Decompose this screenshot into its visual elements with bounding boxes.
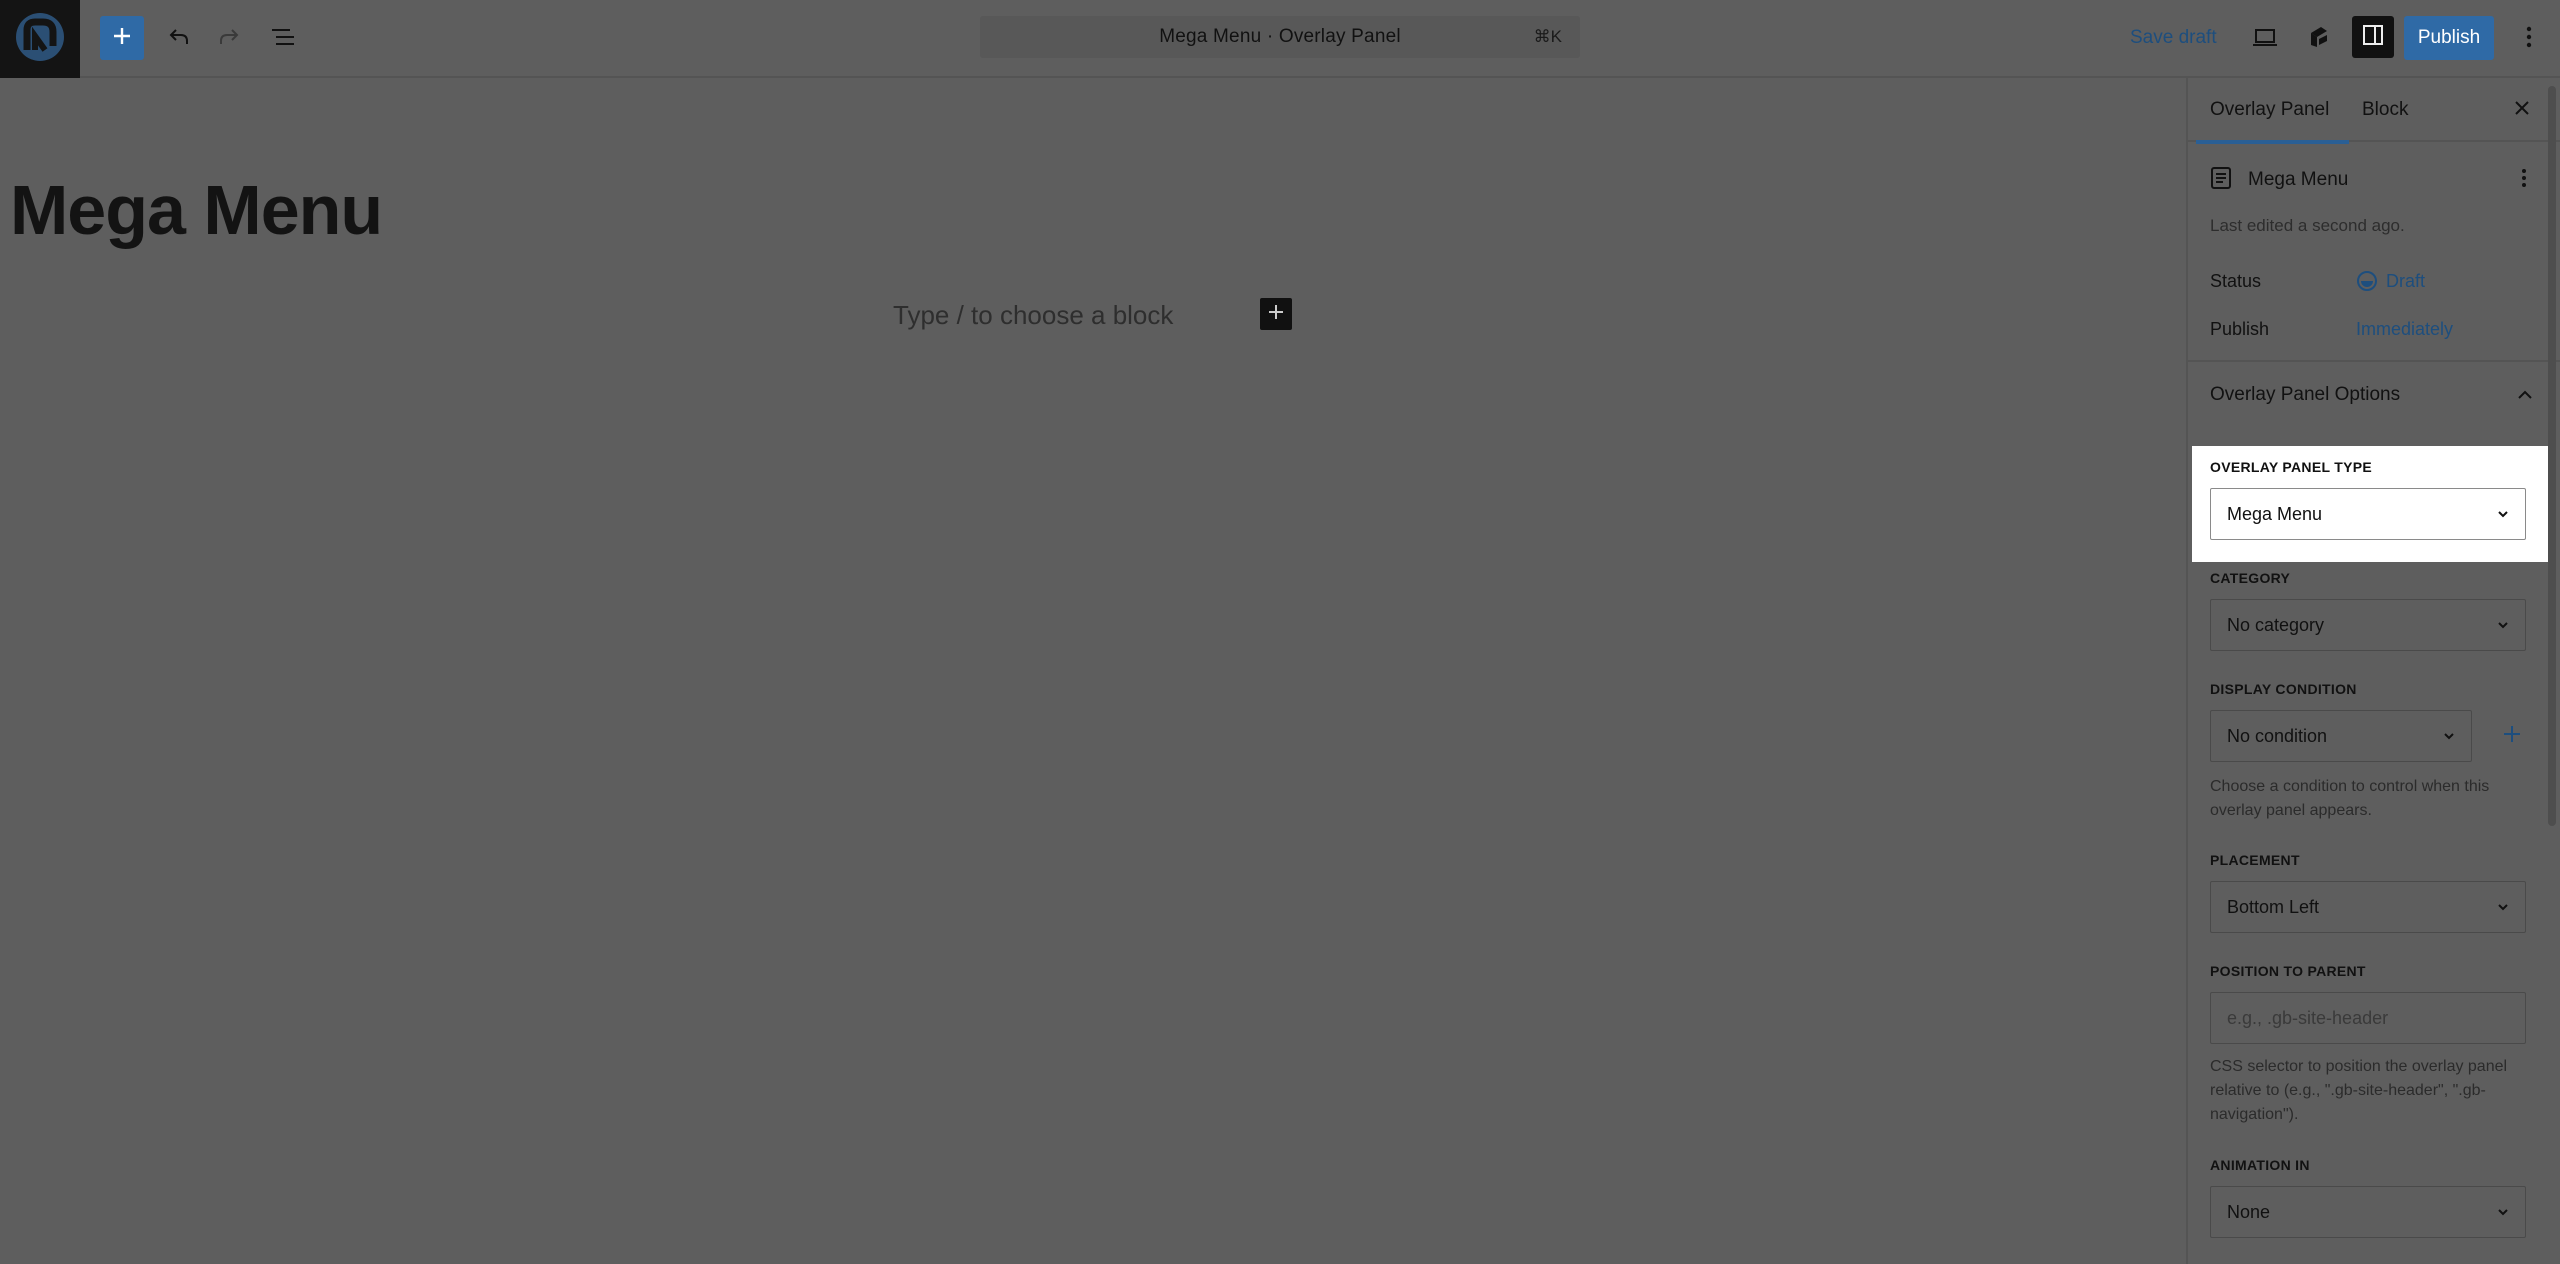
category-select[interactable]: No category [2210, 599, 2526, 651]
plus-icon [111, 25, 133, 52]
position-to-parent-input[interactable]: e.g., .gb-site-header [2210, 992, 2526, 1044]
selected-value: Mega Menu [2227, 503, 2323, 524]
document-overview-button[interactable] [262, 18, 304, 60]
input-placeholder: e.g., .gb-site-header [2227, 1007, 2389, 1028]
selected-value: No condition [2227, 725, 2328, 746]
site-logo[interactable] [0, 0, 80, 78]
chevron-down-icon [2493, 1202, 2513, 1222]
status-row: Status Draft [2210, 266, 2540, 296]
generateblocks-button[interactable] [2298, 18, 2340, 60]
add-block-button[interactable] [100, 16, 144, 60]
last-edited-text: Last edited a second ago. [2210, 216, 2405, 235]
status-label: Status [2210, 270, 2262, 291]
publish-label: Publish [2210, 318, 2270, 339]
position-to-parent-help: CSS selector to position the overlay pan… [2210, 1058, 2508, 1123]
display-condition-label: DISPLAY CONDITION [2210, 681, 2357, 697]
document-actions-button[interactable] [2508, 164, 2540, 196]
settings-sidebar: Overlay Panel Block Mega Menu Last edite… [2186, 78, 2560, 1264]
divider [2188, 360, 2560, 362]
sidebar-tabs: Overlay Panel Block [2188, 78, 2560, 144]
overlay-panel-type-select[interactable]: Mega Menu [2210, 488, 2526, 540]
post-title[interactable]: Mega Menu [10, 170, 383, 250]
chevron-down-icon [2439, 726, 2459, 746]
options-menu-button[interactable] [2508, 18, 2550, 60]
document-summary-title: Mega Menu [2248, 169, 2349, 190]
undo-icon [167, 25, 191, 54]
chevron-down-icon [2493, 615, 2513, 635]
chevron-down-icon [2493, 897, 2513, 917]
preview-button[interactable] [2244, 18, 2286, 60]
settings-toggle-button[interactable] [2352, 16, 2394, 58]
desktop-preview-icon [2252, 26, 2278, 53]
selected-value: No category [2227, 614, 2325, 635]
selected-value: None [2227, 1201, 2271, 1222]
selected-value: Bottom Left [2227, 896, 2320, 917]
placement-select[interactable]: Bottom Left [2210, 881, 2526, 933]
display-condition-select[interactable]: No condition [2210, 710, 2472, 762]
add-condition-button[interactable] [2494, 718, 2530, 754]
more-vertical-icon [2521, 168, 2527, 193]
overlay-panel-type-label: OVERLAY PANEL TYPE [2210, 459, 2373, 475]
draft-status-icon [2356, 270, 2378, 292]
panel-title: Overlay Panel Options [2210, 384, 2401, 405]
status-value-button[interactable]: Draft [2356, 270, 2425, 292]
display-condition-help: Choose a condition to control when this … [2210, 778, 2490, 819]
command-palette-button[interactable]: Mega Menu · Overlay Panel ⌘K [980, 16, 1580, 58]
document-title: Mega Menu · Overlay Panel [1159, 26, 1401, 47]
close-icon [2513, 99, 2531, 122]
document-icon [2210, 166, 2232, 195]
category-label: CATEGORY [2210, 570, 2291, 586]
redo-icon [217, 25, 241, 54]
editor-toolbar: Mega Menu · Overlay Panel ⌘K Save draft … [0, 0, 2560, 78]
block-appender-placeholder[interactable]: Type / to choose a block [893, 300, 1173, 331]
publish-date-button[interactable]: Immediately [2356, 319, 2453, 340]
plus-icon [2502, 724, 2522, 749]
publish-button[interactable]: Publish [2404, 16, 2494, 60]
site-logo-icon [13, 10, 67, 69]
tab-overlay-panel[interactable]: Overlay Panel [2195, 78, 2350, 144]
list-view-icon [270, 26, 296, 53]
publish-row: Publish Immediately [2210, 314, 2540, 344]
status-value: Draft [2386, 270, 2426, 291]
plus-icon [1267, 303, 1285, 326]
redo-button[interactable] [208, 18, 250, 60]
animation-in-select[interactable]: None [2210, 1186, 2526, 1238]
chevron-down-icon [2493, 504, 2513, 524]
sidebar-icon [2361, 23, 2385, 52]
editor-canvas[interactable]: Mega Menu Type / to choose a block [0, 78, 2186, 1264]
inline-add-block-button[interactable] [1260, 298, 1292, 330]
sidebar-scrollbar[interactable] [2548, 86, 2556, 826]
generateblocks-icon [2307, 25, 2331, 54]
undo-button[interactable] [158, 18, 200, 60]
position-to-parent-label: POSITION TO PARENT [2210, 963, 2366, 979]
shortcut-hint: ⌘K [1533, 27, 1562, 46]
document-summary: Mega Menu [2210, 164, 2540, 196]
overlay-panel-options-toggle[interactable]: Overlay Panel Options [2210, 380, 2540, 410]
tab-block[interactable]: Block [2362, 78, 2408, 142]
animation-in-label: ANIMATION IN [2210, 1157, 2310, 1173]
placement-label: PLACEMENT [2210, 852, 2300, 868]
chevron-up-icon [2510, 380, 2540, 410]
more-vertical-icon [2525, 25, 2533, 54]
save-draft-button[interactable]: Save draft [2130, 22, 2217, 54]
close-sidebar-button[interactable] [2504, 92, 2540, 128]
